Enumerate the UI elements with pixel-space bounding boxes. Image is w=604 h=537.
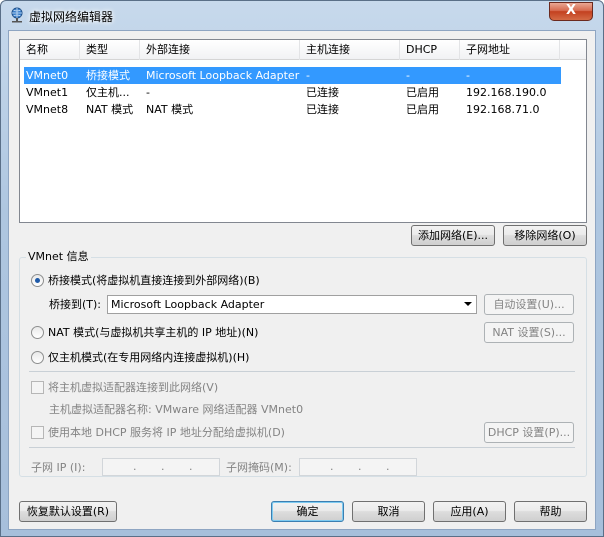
use-dhcp-label[interactable]: 使用本地 DHCP 服务将 IP 地址分配给虚拟机(D) xyxy=(48,426,285,440)
connect-adapter-label[interactable]: 将主机虚拟适配器连接到此网络(V) xyxy=(48,381,218,395)
subnet-mask-input[interactable]: . . . xyxy=(299,458,417,476)
nat-mode-label[interactable]: NAT 模式(与虚拟机共享主机的 IP 地址)(N) xyxy=(48,326,258,340)
cell-dhcp: - xyxy=(406,69,410,82)
subnet-ip-label: 子网 IP (I): xyxy=(31,461,86,474)
network-globe-icon xyxy=(11,7,23,23)
cell-external: Microsoft Loopback Adapter xyxy=(146,69,300,82)
nat-mode-radio[interactable] xyxy=(31,326,44,339)
bridged-to-value: Microsoft Loopback Adapter xyxy=(111,298,265,311)
subnet-mask-label: 子网掩码(M): xyxy=(226,461,292,474)
section-divider xyxy=(29,371,575,372)
cell-dhcp: 已启用 xyxy=(406,86,439,99)
help-button[interactable]: 帮助 xyxy=(514,501,587,522)
host-only-radio[interactable] xyxy=(31,351,44,364)
network-list[interactable]: 名称 类型 外部连接 主机连接 DHCP 子网地址 VMnet0 桥接模式 Mi… xyxy=(19,39,587,223)
virtual-network-editor-window: 虚拟网络编辑器 X 名称 类型 外部连接 主机连接 DHCP 子网地址 VMne… xyxy=(0,0,604,537)
vmnet-info-group-label: VMnet 信息 xyxy=(26,250,91,264)
ip-separator: . xyxy=(386,460,390,473)
cancel-button[interactable]: 取消 xyxy=(352,501,425,522)
ip-separator: . xyxy=(161,460,165,473)
dhcp-settings-button[interactable]: DHCP 设置(P)... xyxy=(484,422,574,443)
cell-external: NAT 模式 xyxy=(146,103,194,116)
ip-separator: . xyxy=(189,460,193,473)
column-header-subnet[interactable]: 子网地址 xyxy=(460,40,560,60)
ip-separator: . xyxy=(358,460,362,473)
cell-name: VMnet1 xyxy=(26,86,69,99)
auto-settings-button[interactable]: 自动设置(U)... xyxy=(484,294,574,315)
cell-subnet: 192.168.190.0 xyxy=(466,86,547,99)
column-header-name[interactable]: 名称 xyxy=(20,40,80,60)
bridged-to-select[interactable]: Microsoft Loopback Adapter xyxy=(107,295,477,314)
section-divider xyxy=(29,447,575,448)
bridged-mode-radio[interactable] xyxy=(31,274,44,287)
dialog-client-area: 名称 类型 外部连接 主机连接 DHCP 子网地址 VMnet0 桥接模式 Mi… xyxy=(8,30,596,530)
window-title: 虚拟网络编辑器 xyxy=(29,10,114,24)
network-list-header: 名称 类型 外部连接 主机连接 DHCP 子网地址 xyxy=(20,40,586,60)
ok-button[interactable]: 确定 xyxy=(271,501,344,522)
cell-type: NAT 模式 xyxy=(86,103,134,116)
chevron-down-icon[interactable] xyxy=(464,302,472,306)
bridged-to-label: 桥接到(T): xyxy=(49,298,102,311)
ip-separator: . xyxy=(330,460,334,473)
column-header-external[interactable]: 外部连接 xyxy=(140,40,300,60)
nat-settings-button[interactable]: NAT 设置(S)... xyxy=(484,322,574,343)
cell-name: VMnet0 xyxy=(26,69,69,82)
restore-defaults-button[interactable]: 恢复默认设置(R) xyxy=(19,501,117,522)
cell-external: - xyxy=(146,86,150,99)
vmnet-info-group xyxy=(19,257,587,477)
cell-host: 已连接 xyxy=(306,86,339,99)
apply-button[interactable]: 应用(A) xyxy=(433,501,506,522)
cell-dhcp: 已启用 xyxy=(406,103,439,116)
cell-subnet: - xyxy=(466,69,470,82)
column-header-dhcp[interactable]: DHCP xyxy=(400,40,460,60)
title-bar[interactable]: 虚拟网络编辑器 X xyxy=(1,1,603,29)
ip-separator: . xyxy=(133,460,137,473)
host-only-label[interactable]: 仅主机模式(在专用网络内连接虚拟机)(H) xyxy=(48,351,249,365)
cell-name: VMnet8 xyxy=(26,103,69,116)
table-row-vmnet0[interactable]: VMnet0 桥接模式 Microsoft Loopback Adapter -… xyxy=(20,67,586,84)
cell-subnet: 192.168.71.0 xyxy=(466,103,540,116)
column-header-type[interactable]: 类型 xyxy=(80,40,140,60)
close-button[interactable]: X xyxy=(549,2,593,21)
connect-adapter-checkbox[interactable] xyxy=(31,381,44,394)
adapter-name-label: 主机虚拟适配器名称: VMware 网络适配器 VMnet0 xyxy=(49,403,304,416)
column-header-host[interactable]: 主机连接 xyxy=(300,40,400,60)
close-icon: X xyxy=(565,3,577,18)
use-dhcp-checkbox[interactable] xyxy=(31,426,44,439)
cell-type: 仅主机... xyxy=(86,86,130,99)
remove-network-button[interactable]: 移除网络(O) xyxy=(503,225,587,246)
subnet-ip-input[interactable]: . . . xyxy=(102,458,220,476)
bridged-mode-label[interactable]: 桥接模式(将虚拟机直接连接到外部网络)(B) xyxy=(48,274,260,288)
table-row-vmnet8[interactable]: VMnet8 NAT 模式 NAT 模式 已连接 已启用 192.168.71.… xyxy=(20,101,586,118)
cell-type: 桥接模式 xyxy=(86,69,130,82)
table-row-vmnet1[interactable]: VMnet1 仅主机... - 已连接 已启用 192.168.190.0 xyxy=(20,84,586,101)
add-network-button[interactable]: 添加网络(E)... xyxy=(411,225,495,246)
cell-host: - xyxy=(306,69,310,82)
cell-host: 已连接 xyxy=(306,103,339,116)
